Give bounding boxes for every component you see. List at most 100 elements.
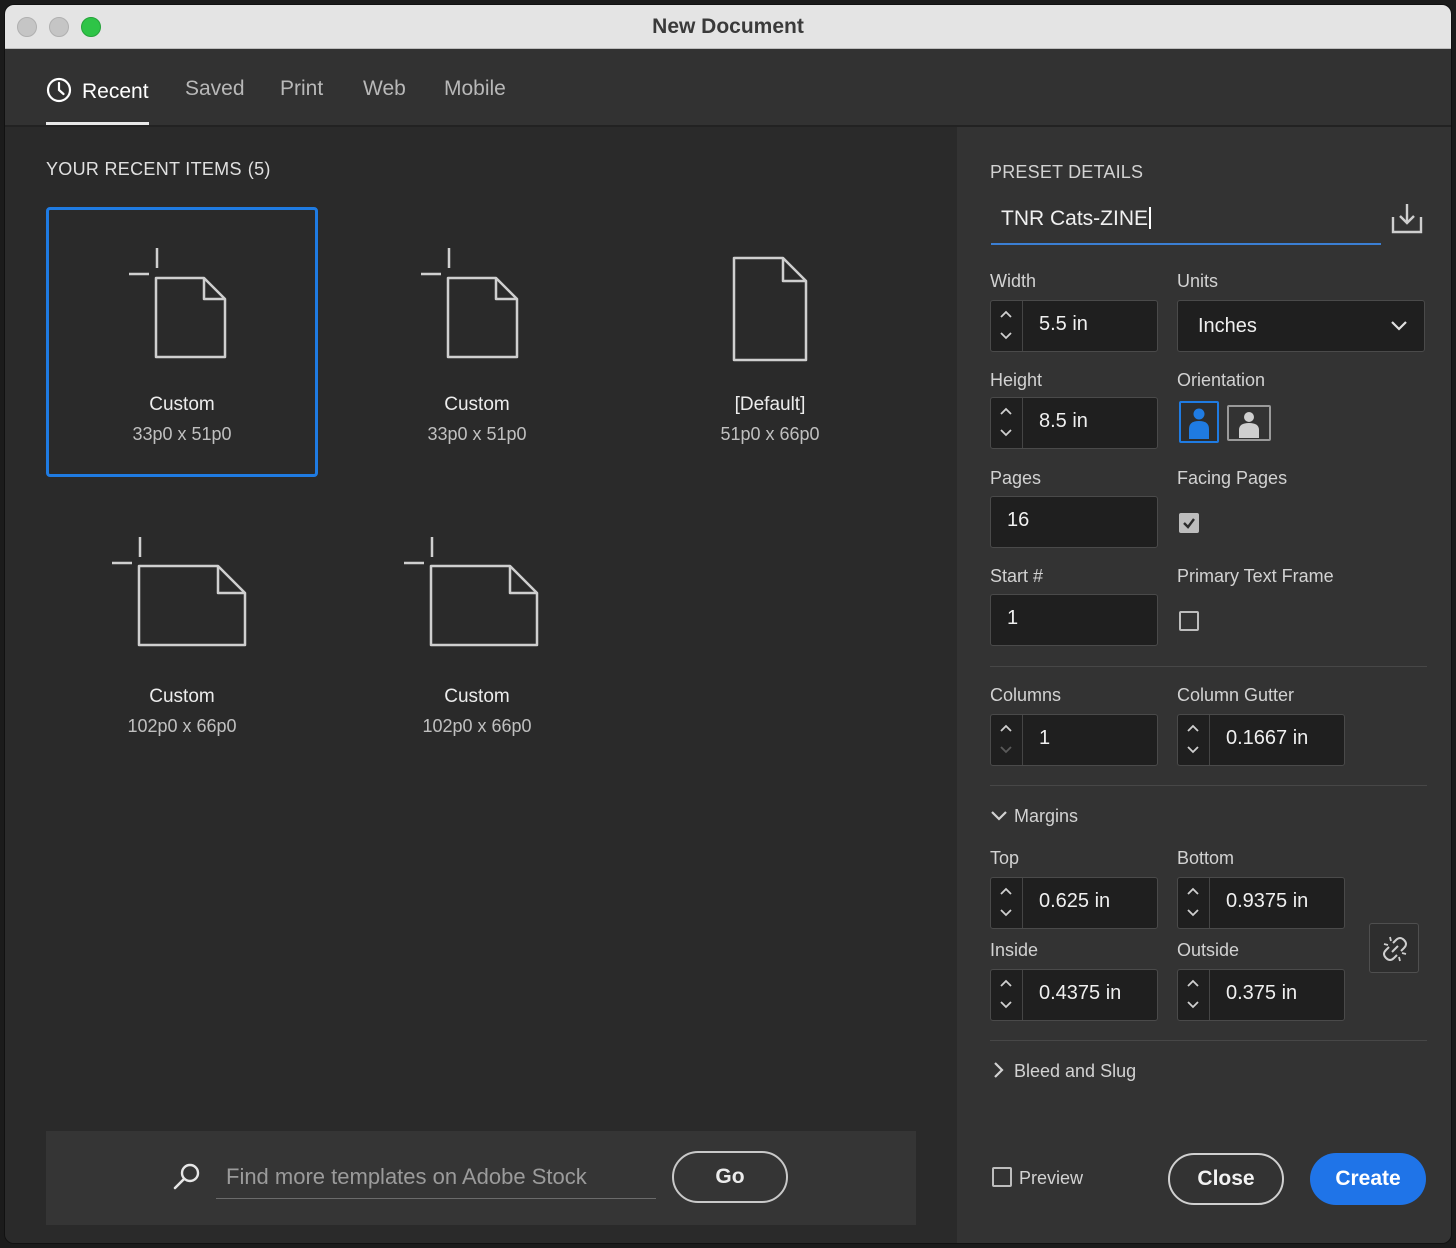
columns-field[interactable]: 1 [990,714,1158,766]
height-stepper[interactable] [991,398,1023,448]
chevron-down-icon[interactable] [1186,908,1200,918]
item-name: Custom [444,394,510,415]
preview-checkbox[interactable] [992,1167,1012,1187]
save-preset-icon[interactable] [1389,201,1425,237]
recent-item[interactable]: Custom 102p0 x 66p0 [341,499,613,769]
columns-label: Columns [990,685,1062,705]
width-field[interactable]: 5.5 in [990,300,1158,352]
start-page-label: Start # [990,566,1044,586]
recent-item[interactable]: [Default] 51p0 x 66p0 [634,207,906,477]
chevron-down-icon [1391,321,1407,331]
top-margin-value: 0.625 in [1039,890,1111,912]
gutter-stepper[interactable] [1178,715,1210,765]
tab-saved[interactable]: Saved [185,77,245,125]
stock-search-input[interactable] [216,1155,656,1199]
orientation-label: Orientation [1177,370,1266,390]
inside-margin-stepper[interactable] [991,970,1023,1020]
bleed-and-slug-label: Bleed and Slug [1014,1061,1137,1081]
chevron-down-icon[interactable] [999,428,1013,438]
chevron-down-icon[interactable] [1186,745,1200,755]
chevron-up-icon[interactable] [1186,886,1200,896]
tab-web[interactable]: Web [363,77,406,125]
preset-name-field[interactable]: TNR Cats-ZINE [991,199,1381,245]
chevron-down-icon[interactable] [999,908,1013,918]
bottom-margin-value: 0.9375 in [1226,890,1309,912]
recent-items-heading: YOUR RECENT ITEMS (5) [46,159,271,180]
chevron-down-icon[interactable] [999,1000,1013,1010]
chevron-up-icon[interactable] [999,309,1013,319]
top-margin-stepper[interactable] [991,878,1023,928]
inside-margin-value: 0.4375 in [1039,982,1122,1004]
chevron-up-icon[interactable] [999,886,1013,896]
chevron-up-icon[interactable] [999,406,1013,416]
height-field[interactable]: 8.5 in [990,397,1158,449]
column-gutter-field[interactable]: 0.1667 in [1177,714,1345,766]
clock-icon [46,77,72,109]
item-dimensions: 102p0 x 66p0 [422,716,532,736]
link-margins-button[interactable] [1369,923,1419,973]
width-stepper[interactable] [991,301,1023,351]
broken-link-icon [1383,936,1407,962]
chevron-up-icon[interactable] [999,723,1013,733]
columns-stepper[interactable] [991,715,1023,765]
facing-pages-checkbox[interactable] [1179,513,1199,533]
window-title: New Document [652,15,804,38]
chevron-up-icon[interactable] [999,978,1013,988]
recent-item[interactable]: Custom 33p0 x 51p0 [46,207,318,477]
preview-label: Preview [1019,1168,1084,1188]
top-margin-field[interactable]: 0.625 in [990,877,1158,929]
landscape-orientation-button[interactable] [1227,405,1271,441]
chevron-down-icon[interactable] [1186,1000,1200,1010]
start-page-field[interactable]: 1 [990,594,1158,646]
create-button[interactable]: Create [1310,1153,1426,1205]
tab-print[interactable]: Print [280,77,323,125]
item-name: Custom [149,686,215,707]
chevron-down-icon[interactable] [999,331,1013,341]
margins-label: Margins [1014,806,1079,826]
tab-mobile[interactable]: Mobile [444,77,506,125]
outside-margin-stepper[interactable] [1178,970,1210,1020]
divider [990,666,1427,667]
portrait-orientation-button[interactable] [1179,401,1219,443]
search-icon [173,1163,200,1190]
bleed-and-slug-toggle[interactable]: Bleed and Slug [992,1061,1136,1082]
preset-details-panel: PRESET DETAILS TNR Cats-ZINE Width Units… [957,127,1451,1243]
chevron-up-icon[interactable] [1186,978,1200,988]
recent-item[interactable]: Custom 102p0 x 66p0 [46,499,318,769]
close-button[interactable]: Close [1168,1153,1284,1205]
preset-name-value: TNR Cats-ZINE [1001,207,1148,230]
item-name: [Default] [734,394,806,415]
inside-margin-field[interactable]: 0.4375 in [990,969,1158,1021]
height-label: Height [990,370,1043,390]
chevron-up-icon[interactable] [1186,723,1200,733]
tab-label: Recent [82,80,149,103]
bottom-margin-stepper[interactable] [1178,878,1210,928]
start-page-value: 1 [1007,607,1019,629]
portrait-person-icon [1189,408,1209,439]
recent-item[interactable]: Custom 33p0 x 51p0 [341,207,613,477]
margins-toggle[interactable]: Margins [990,806,1078,827]
width-label: Width [990,271,1037,291]
bottom-margin-field[interactable]: 0.9375 in [1177,877,1345,929]
recent-count: (5) [247,159,271,179]
item-name: Custom [444,686,510,707]
primary-text-frame-checkbox[interactable] [1179,611,1199,631]
new-document-dialog: New Document Recent Saved Print Web Mobi… [4,4,1452,1244]
title-bar: New Document [5,5,1451,49]
primary-text-frame-label: Primary Text Frame [1177,566,1334,586]
units-dropdown[interactable]: Inches [1177,300,1425,352]
units-value: Inches [1198,315,1257,337]
recent-items-panel: YOUR RECENT ITEMS (5) Custom 33p0 x 51p0 … [5,127,957,1243]
column-gutter-label: Column Gutter [1177,685,1295,705]
tab-bar: Recent Saved Print Web Mobile [5,49,1451,127]
outside-margin-field[interactable]: 0.375 in [1177,969,1345,1021]
outside-margin-value: 0.375 in [1226,982,1298,1004]
text-caret [1149,207,1151,229]
item-dimensions: 51p0 x 66p0 [720,424,820,444]
tab-recent[interactable]: Recent [46,77,149,125]
facing-pages-label: Facing Pages [1177,468,1288,488]
recent-heading-text: YOUR RECENT ITEMS [46,159,242,179]
pages-field[interactable]: 16 [990,496,1158,548]
landscape-person-icon [1239,412,1259,438]
go-button[interactable]: Go [672,1151,788,1203]
